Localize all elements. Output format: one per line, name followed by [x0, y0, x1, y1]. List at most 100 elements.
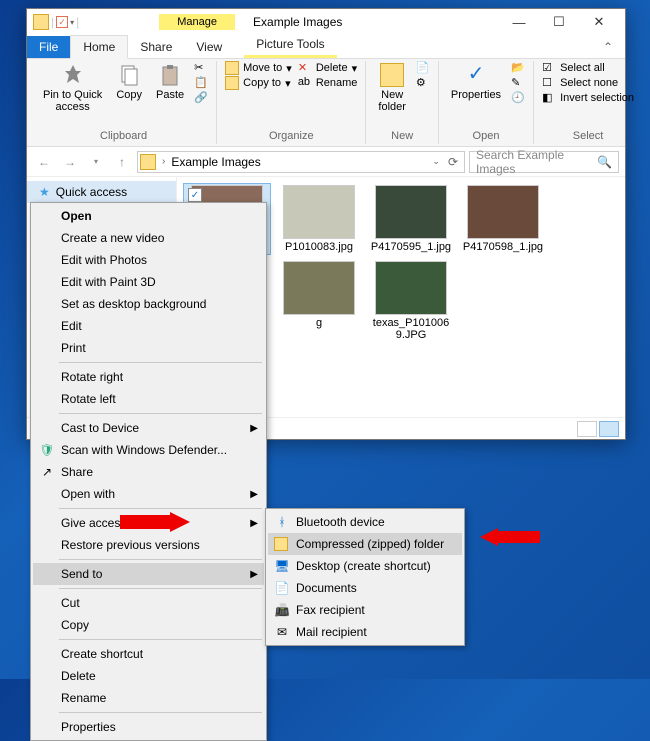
sidebar-item-quick-access[interactable]: ★ Quick access: [27, 181, 176, 203]
search-box[interactable]: Search Example Images 🔍: [469, 151, 619, 173]
address-dropdown-icon[interactable]: ⌄: [428, 156, 444, 167]
back-button[interactable]: ←: [33, 151, 55, 173]
refresh-button[interactable]: ⟳: [444, 155, 462, 169]
paste-button[interactable]: Paste: [152, 61, 188, 103]
forward-button[interactable]: →: [59, 151, 81, 173]
address-bar[interactable]: › Example Images ⌄ ⟳: [137, 151, 465, 173]
open-sub-button[interactable]: 📂: [511, 61, 525, 75]
close-button[interactable]: ✕: [579, 12, 619, 32]
annotation-arrow: [480, 528, 540, 546]
menu-item-copy[interactable]: Copy: [33, 614, 264, 636]
easy-access-button[interactable]: ⚙: [416, 76, 430, 90]
menu-item-rename[interactable]: Rename: [33, 687, 264, 709]
copy-to-icon: [225, 76, 239, 90]
ribbon-group-clipboard: Pin to Quick access Copy Paste ✂ 📋 🔗 Cli…: [31, 61, 217, 144]
address-path: Example Images: [165, 155, 266, 169]
select-all-button[interactable]: ☑Select all: [542, 61, 634, 75]
search-placeholder: Search Example Images: [476, 148, 597, 176]
menu-item-send-to[interactable]: Send to▶: [33, 563, 264, 585]
menu-item-cast[interactable]: Cast to Device▶: [33, 417, 264, 439]
send-to-submenu: ᚼBluetooth device Compressed (zipped) fo…: [265, 508, 465, 646]
history-button[interactable]: 🕘: [511, 91, 525, 105]
file-image: [467, 185, 539, 239]
new-folder-button[interactable]: New folder: [374, 61, 410, 115]
menu-item-create-shortcut[interactable]: Create shortcut: [33, 643, 264, 665]
file-name: g: [316, 317, 322, 329]
large-icons-view-button[interactable]: [599, 421, 619, 437]
menu-separator: [59, 362, 262, 363]
menu-item-rotate-left[interactable]: Rotate left: [33, 388, 264, 410]
menu-item-create-new-video[interactable]: Create a new video: [33, 227, 264, 249]
details-view-button[interactable]: [577, 421, 597, 437]
tab-share[interactable]: Share: [128, 36, 184, 58]
checkbox-icon[interactable]: ✓: [56, 16, 68, 28]
qat-dropdown-icon[interactable]: ▾: [70, 18, 74, 27]
menu-item-open-with[interactable]: Open with▶: [33, 483, 264, 505]
zip-icon: [274, 537, 288, 551]
move-to-button[interactable]: Move to▾: [225, 61, 292, 75]
submenu-item-mail[interactable]: ✉Mail recipient: [268, 621, 462, 643]
select-none-button[interactable]: ☐Select none: [542, 76, 634, 90]
qat-divider: |: [51, 15, 54, 29]
cut-small-button[interactable]: ✂: [194, 61, 208, 75]
recent-button[interactable]: ▾: [85, 151, 107, 173]
ribbon-collapse-button[interactable]: ⌃: [591, 36, 625, 58]
menu-item-edit-with-photos[interactable]: Edit with Photos: [33, 249, 264, 271]
submenu-arrow-icon: ▶: [250, 569, 258, 580]
tab-file[interactable]: File: [27, 36, 70, 58]
select-all-icon: ☑: [542, 61, 556, 75]
menu-item-properties[interactable]: Properties: [33, 716, 264, 738]
navigation-bar: ← → ▾ ↑ › Example Images ⌄ ⟳ Search Exam…: [27, 147, 625, 177]
menu-item-restore-versions[interactable]: Restore previous versions: [33, 534, 264, 556]
group-label: Organize: [225, 130, 357, 144]
new-folder-icon: [380, 63, 404, 87]
invert-selection-button[interactable]: ◧Invert selection: [542, 91, 634, 105]
menu-separator: [59, 559, 262, 560]
copy-to-button[interactable]: Copy to▾: [225, 76, 292, 90]
submenu-item-desktop[interactable]: 🖥Desktop (create shortcut): [268, 555, 462, 577]
delete-button[interactable]: ✕Delete▾: [298, 61, 358, 75]
file-thumbnail[interactable]: P4170598_1.jpg: [459, 183, 547, 255]
menu-item-print[interactable]: Print: [33, 337, 264, 359]
window-title: Example Images: [253, 15, 342, 29]
rename-button[interactable]: abRename: [298, 76, 358, 90]
submenu-item-fax[interactable]: 📠Fax recipient: [268, 599, 462, 621]
group-label: New: [374, 130, 430, 144]
menu-item-delete[interactable]: Delete: [33, 665, 264, 687]
tab-picture-tools[interactable]: Picture Tools: [244, 33, 336, 58]
menu-item-open[interactable]: Open: [33, 205, 264, 227]
submenu-arrow-icon: ▶: [250, 518, 258, 529]
submenu-item-bluetooth[interactable]: ᚼBluetooth device: [268, 511, 462, 533]
checkbox-icon[interactable]: ✓: [188, 188, 202, 202]
copy-path-small-button[interactable]: 📋: [194, 76, 208, 90]
file-thumbnail[interactable]: texas_P1010069.JPG: [367, 259, 455, 343]
shield-icon: 🛡: [39, 442, 55, 458]
file-thumbnail[interactable]: P4170595_1.jpg: [367, 183, 455, 255]
file-name: texas_P1010069.JPG: [369, 317, 453, 341]
clipboard-small-buttons: ✂ 📋 🔗: [194, 61, 208, 105]
menu-item-share[interactable]: ↗Share: [33, 461, 264, 483]
menu-item-cut[interactable]: Cut: [33, 592, 264, 614]
edit-sub-button[interactable]: ✎: [511, 76, 525, 90]
tab-home[interactable]: Home: [70, 35, 128, 59]
menu-item-defender[interactable]: 🛡Scan with Windows Defender...: [33, 439, 264, 461]
maximize-button[interactable]: ☐: [539, 12, 579, 32]
minimize-button[interactable]: —: [499, 12, 539, 32]
ribbon-group-select: ☑Select all ☐Select none ◧Invert selecti…: [534, 61, 642, 144]
submenu-item-documents[interactable]: 📄Documents: [268, 577, 462, 599]
menu-item-edit-with-paint3d[interactable]: Edit with Paint 3D: [33, 271, 264, 293]
menu-item-set-desktop-bg[interactable]: Set as desktop background: [33, 293, 264, 315]
up-button[interactable]: ↑: [111, 151, 133, 173]
new-item-button[interactable]: 📄: [416, 61, 430, 75]
submenu-item-zip[interactable]: Compressed (zipped) folder: [268, 533, 462, 555]
pin-to-quick-access-button[interactable]: Pin to Quick access: [39, 61, 106, 115]
tab-view[interactable]: View: [184, 36, 234, 58]
menu-item-rotate-right[interactable]: Rotate right: [33, 366, 264, 388]
ribbon-group-organize: Move to▾ Copy to▾ ✕Delete▾ abRename Orga…: [217, 61, 366, 144]
file-thumbnail[interactable]: g: [275, 259, 363, 343]
menu-item-edit[interactable]: Edit: [33, 315, 264, 337]
paste-shortcut-small-button[interactable]: 🔗: [194, 91, 208, 105]
properties-button[interactable]: ✓Properties: [447, 61, 505, 103]
file-thumbnail[interactable]: P1010083.jpg: [275, 183, 363, 255]
copy-button[interactable]: Copy: [112, 61, 146, 103]
